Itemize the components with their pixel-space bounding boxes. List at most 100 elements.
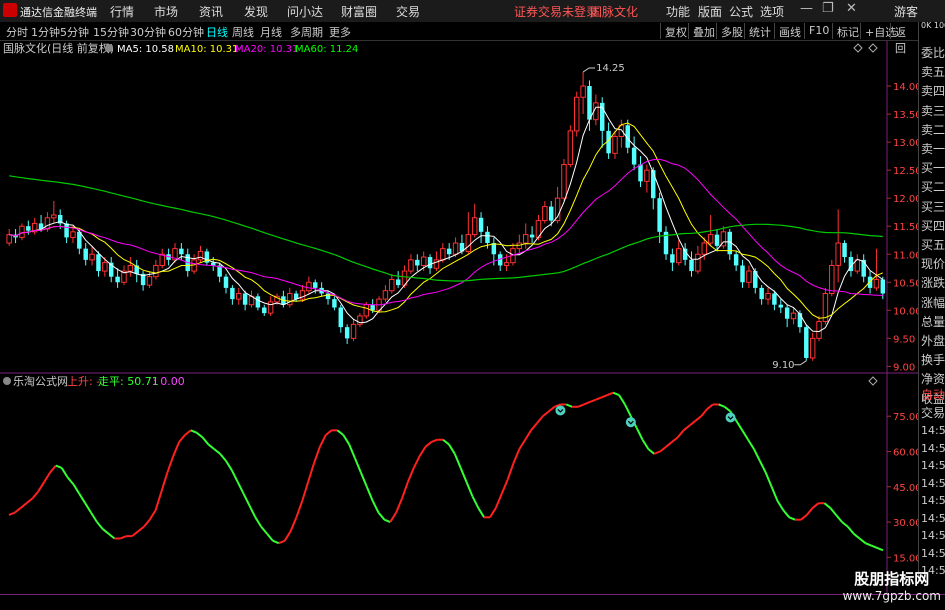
candle-body-127 [816, 321, 822, 339]
menu-discover[interactable]: 发现 [244, 3, 268, 20]
price-tick-label-9: 9.50 [893, 334, 915, 345]
period-tab-0[interactable]: 分时 [6, 24, 28, 40]
candle-body-95 [612, 136, 618, 154]
indicator-seg-45 [266, 533, 274, 542]
minimize-icon[interactable]: — [800, 1, 813, 16]
menu-wealth[interactable]: 财富圈 [341, 3, 377, 20]
login-status[interactable]: 证券交易未登录 [514, 3, 598, 20]
toolbar-button-1[interactable]: 叠加 [688, 23, 719, 39]
candle-body-22 [146, 276, 153, 286]
indicator-seg-99 [583, 401, 591, 406]
indicator-seg-42 [248, 505, 257, 518]
indicator-seg-44 [260, 526, 268, 535]
candle-body-115 [740, 265, 745, 283]
menu-markets[interactable]: 市场 [154, 3, 178, 20]
indicator-seg-23 [137, 525, 145, 533]
candle-body-99 [638, 164, 643, 182]
diamond-icon-1 [853, 43, 863, 53]
candle-body-64 [415, 259, 420, 266]
indicator-seg-73 [430, 438, 438, 444]
menu-formula[interactable]: 公式 [729, 3, 753, 20]
indicator-seg-4 [25, 497, 34, 504]
candle-body-78 [503, 262, 510, 266]
guest-user[interactable]: 游客 [894, 3, 918, 20]
indicator-seg-59 [348, 444, 356, 459]
toolbar-button-5[interactable]: F10 [804, 23, 833, 39]
period-tab-9[interactable]: 多周期 [290, 24, 323, 40]
period-tab-4[interactable]: 30分钟 [130, 24, 166, 40]
menu-news[interactable]: 资讯 [199, 3, 223, 20]
period-tab-7[interactable]: 周线 [232, 24, 254, 40]
restore-icon[interactable]: ❐ [822, 1, 834, 16]
candle-body-74 [478, 217, 484, 232]
chart-area[interactable]: 14.0013.5013.0012.5012.0011.5011.0010.50… [0, 0, 945, 609]
candle-body-37 [242, 293, 248, 305]
indicator-seg-61 [360, 472, 368, 488]
toolbar-button-0[interactable]: 复权 [660, 23, 691, 39]
candle-body-60 [389, 278, 395, 292]
indicator-seg-27 [160, 472, 169, 492]
period-tab-10[interactable]: 更多 [329, 24, 351, 40]
side-trade-label[interactable]: 交易 [921, 404, 945, 421]
indicator-seg-96 [565, 403, 573, 408]
indicator-seg-141 [829, 507, 837, 516]
indicator-seg-101 [595, 396, 602, 401]
indicator-seg-54 [318, 434, 327, 448]
indicator-seg-3 [20, 502, 28, 509]
indicator-seg-38 [225, 460, 233, 471]
menu-ask[interactable]: 问小达 [287, 3, 323, 20]
side-time-5: 14:56 [921, 511, 945, 525]
period-tab-3[interactable]: 15分钟 [93, 24, 129, 40]
candle-body-69 [446, 248, 452, 255]
menu-function[interactable]: 功能 [666, 3, 690, 20]
candle-body-13 [89, 253, 95, 261]
indicator-seg-102 [601, 394, 608, 399]
close-icon[interactable]: ✕ [846, 1, 857, 16]
low-marker-label: 9.10 [772, 360, 794, 371]
indicator-seg-111 [653, 450, 661, 455]
period-tab-6[interactable]: 日线 [206, 24, 228, 40]
candle-body-47 [306, 281, 312, 292]
title-menu-bar: 通达信金融终端 行情 市场 资讯 发现 问小达 财富圈 交易 证券交易未登录 国… [0, 0, 945, 23]
period-tab-2[interactable]: 5分钟 [60, 24, 89, 40]
side-auto-label[interactable]: 自动 [921, 386, 945, 403]
candle-body-136 [873, 278, 880, 289]
indicator-seg-105 [618, 394, 626, 405]
indicator-seg-127 [747, 439, 755, 450]
period-tab-8[interactable]: 月线 [260, 24, 282, 40]
toolbar-button-8[interactable]: 返回 [890, 23, 918, 55]
side-label-15: 外盘 [921, 334, 945, 348]
candle-body-107 [689, 259, 694, 272]
indicator-seg-142 [835, 514, 843, 523]
turn-marker-0 [555, 405, 566, 416]
indicator-seg-100 [589, 398, 596, 404]
indicator-seg-144 [847, 526, 855, 535]
ma-label-0: MA5: 10.58 [117, 44, 174, 55]
indicator-seg-60 [354, 458, 362, 474]
menu-market[interactable]: 行情 [110, 3, 134, 20]
indicator-seg-68 [401, 481, 409, 499]
toolbar-button-6[interactable]: 标记 [832, 23, 863, 39]
toolbar-button-3[interactable]: 统计 [744, 23, 775, 39]
indicator-seg-22 [131, 530, 139, 537]
indicator-seg-110 [647, 448, 655, 455]
period-tab-5[interactable]: 60分钟 [168, 24, 204, 40]
toolbar-button-4[interactable]: 画线 [774, 23, 805, 39]
menu-options[interactable]: 选项 [760, 3, 784, 20]
menu-trade[interactable]: 交易 [396, 3, 420, 20]
candle-body-134 [861, 259, 866, 277]
candle-body-66 [427, 257, 433, 269]
side-label-12: 涨跌 [921, 276, 945, 291]
period-tab-1[interactable]: 1分钟 [31, 24, 60, 40]
indicator-seg-67 [395, 498, 403, 514]
candle-body-7 [51, 214, 57, 219]
menu-layout[interactable]: 版面 [698, 3, 722, 20]
indicator-seg-145 [853, 533, 861, 540]
indicator-seg-50 [295, 500, 304, 518]
ma-label-3: MA60: 11.24 [295, 44, 358, 55]
indicator-extra-label: : 0.00 [153, 375, 185, 388]
indicator-seg-134 [788, 516, 796, 521]
indicator-up-label: 上升: - [67, 375, 100, 388]
indicator-seg-41 [242, 493, 251, 507]
toolbar-button-2[interactable]: 多股 [716, 23, 747, 39]
